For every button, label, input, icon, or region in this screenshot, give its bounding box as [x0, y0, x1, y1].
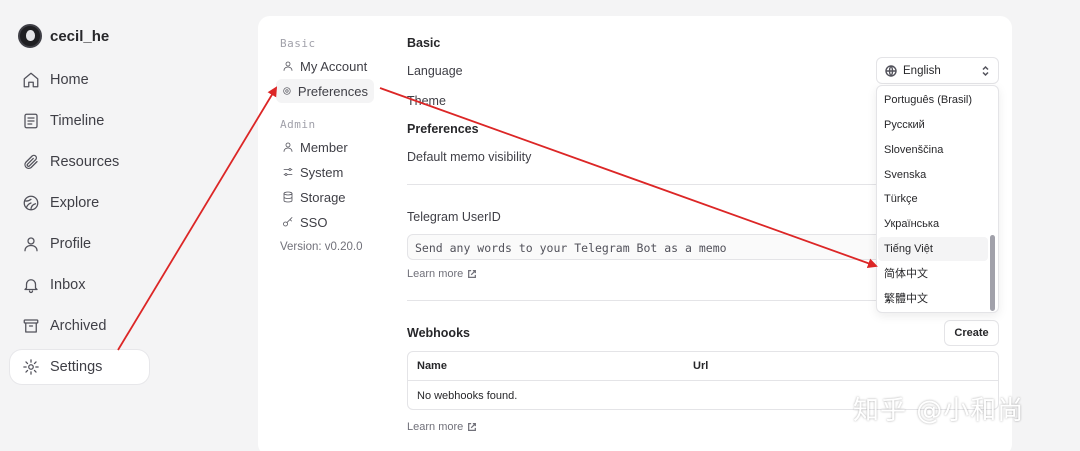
language-select[interactable]: English [876, 57, 999, 84]
telegram-userid-label: Telegram UserID [407, 210, 501, 224]
language-option[interactable]: 繁體中文 [878, 286, 988, 310]
language-option[interactable]: Português (Brasil) [878, 88, 988, 112]
settings-tab-label: My Account [300, 58, 368, 74]
settings-tab-member[interactable]: Member [276, 135, 354, 159]
chevron-up-down-icon [982, 65, 989, 77]
section-label-basic: Basic [280, 37, 316, 50]
section-label-admin: Admin [280, 118, 316, 131]
section-heading-basic: Basic [407, 36, 441, 50]
sidebar-item-label: Settings [50, 359, 103, 375]
link-label: Learn more [407, 421, 464, 433]
settings-tab-my-account[interactable]: My Account [276, 54, 373, 78]
language-select-value: English [903, 64, 941, 77]
section-heading-webhooks: Webhooks [407, 326, 470, 340]
sidebar-item-explore[interactable]: Explore [10, 186, 149, 220]
settings-tab-storage[interactable]: Storage [276, 185, 352, 209]
settings-tab-label: Member [300, 139, 348, 155]
language-option[interactable]: Slovenščina [878, 138, 988, 162]
learn-more-link-webhooks[interactable]: Learn more [407, 421, 477, 433]
sidebar-item-resources[interactable]: Resources [10, 145, 149, 179]
learn-more-link[interactable]: Learn more [407, 268, 477, 280]
sidebar-item-label: Archived [50, 318, 107, 334]
version-text: Version: v0.20.0 [280, 241, 363, 253]
sidebar-item-label: Inbox [50, 277, 86, 293]
sidebar-item-profile[interactable]: Profile [10, 227, 149, 261]
sidebar-item-inbox[interactable]: Inbox [10, 268, 149, 302]
settings-tab-label: Preferences [297, 83, 368, 99]
sliders-icon [283, 168, 293, 176]
section-heading-preferences: Preferences [407, 122, 479, 136]
watermark: 知乎 @小和尚 [853, 396, 1025, 426]
language-option[interactable]: Русский [878, 113, 988, 137]
sidebar-item-label: Explore [50, 195, 100, 211]
settings-tab-sso[interactable]: SSO [276, 210, 333, 234]
timeline-icon [24, 113, 38, 129]
sidebar-item-label: Timeline [50, 113, 105, 129]
bell-icon [24, 279, 38, 294]
language-option[interactable]: 简体中文 [878, 261, 988, 285]
home-icon [23, 72, 39, 88]
dropdown-scrollbar[interactable] [990, 235, 995, 311]
external-link-icon [468, 423, 477, 431]
telegram-userid-input[interactable]: Send any words to your Telegram Bot as a… [407, 234, 887, 260]
gear-icon [23, 359, 39, 375]
archive-icon [23, 319, 39, 333]
table-header: Name Url [408, 352, 998, 381]
column-header-url: Url [693, 360, 709, 372]
theme-label: Theme [407, 94, 446, 108]
avatar [18, 24, 42, 48]
memo-visibility-label: Default memo visibility [407, 150, 532, 164]
user-icon [24, 237, 38, 252]
language-option[interactable]: Türkçe [878, 187, 988, 211]
user-icon [283, 142, 293, 152]
sidebar-item-label: Home [50, 72, 89, 88]
sidebar-item-settings[interactable]: Settings [10, 350, 149, 384]
external-link-icon [468, 270, 477, 278]
language-option-hovered[interactable]: Tiếng Việt [878, 237, 988, 261]
gear-icon [283, 87, 291, 95]
create-webhook-button[interactable]: Create [944, 320, 999, 346]
user-icon [283, 61, 293, 71]
column-header-name: Name [417, 360, 447, 372]
language-dropdown: Português (Brasil) Русский Slovenščina S… [876, 85, 999, 313]
user-profile[interactable]: cecil_he [18, 24, 109, 48]
language-option[interactable]: Svenska [878, 163, 988, 187]
database-icon [283, 191, 293, 203]
sidebar-item-archived[interactable]: Archived [10, 309, 149, 343]
paperclip-icon [24, 154, 38, 169]
settings-tab-label: System [300, 164, 344, 180]
sidebar-item-label: Profile [50, 236, 92, 252]
settings-tab-system[interactable]: System [276, 160, 349, 184]
table-empty-message: No webhooks found. [417, 390, 518, 402]
sidebar-item-label: Resources [50, 154, 120, 170]
globe-icon [885, 64, 897, 77]
settings-tab-preferences[interactable]: Preferences [276, 79, 374, 103]
language-option[interactable]: Українська [878, 212, 988, 236]
language-label: Language [407, 64, 463, 78]
sidebar: cecil_he Home Timeline Resources Explore… [0, 0, 165, 451]
sidebar-item-timeline[interactable]: Timeline [10, 104, 149, 138]
compass-icon [23, 195, 39, 211]
key-icon [283, 217, 293, 227]
sidebar-item-home[interactable]: Home [10, 63, 149, 97]
link-label: Learn more [407, 268, 464, 280]
settings-tab-label: SSO [300, 214, 328, 230]
user-name: cecil_he [50, 27, 110, 45]
settings-tab-label: Storage [300, 189, 346, 205]
